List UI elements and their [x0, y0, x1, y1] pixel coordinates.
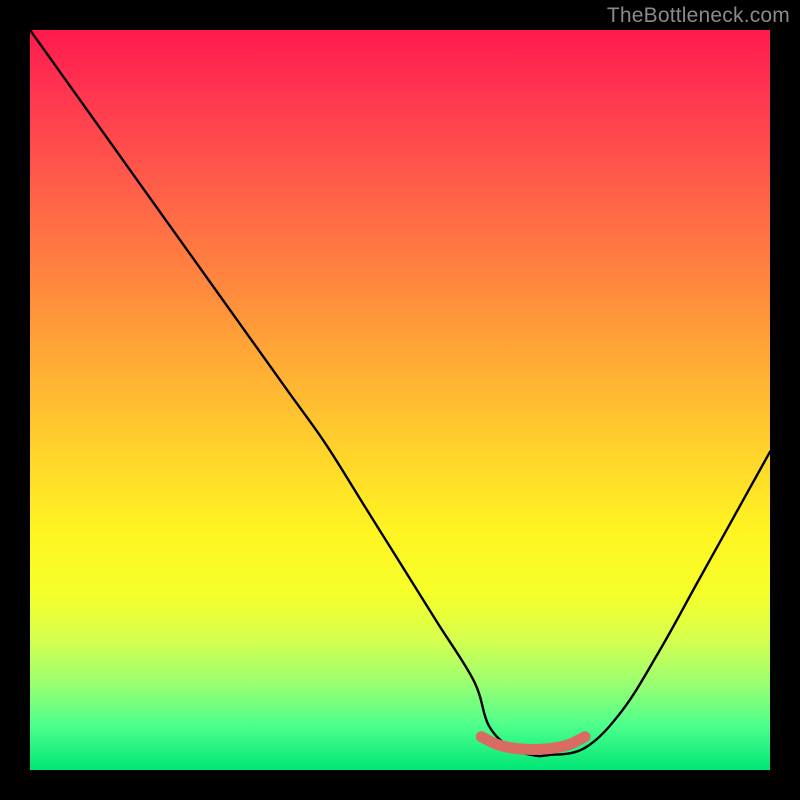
watermark-text: TheBottleneck.com [607, 4, 790, 28]
bottleneck-curve [30, 30, 770, 756]
chart-frame: TheBottleneck.com [0, 0, 800, 800]
optimal-range [481, 737, 585, 750]
plot-area [30, 30, 770, 770]
curve-layer [30, 30, 770, 770]
